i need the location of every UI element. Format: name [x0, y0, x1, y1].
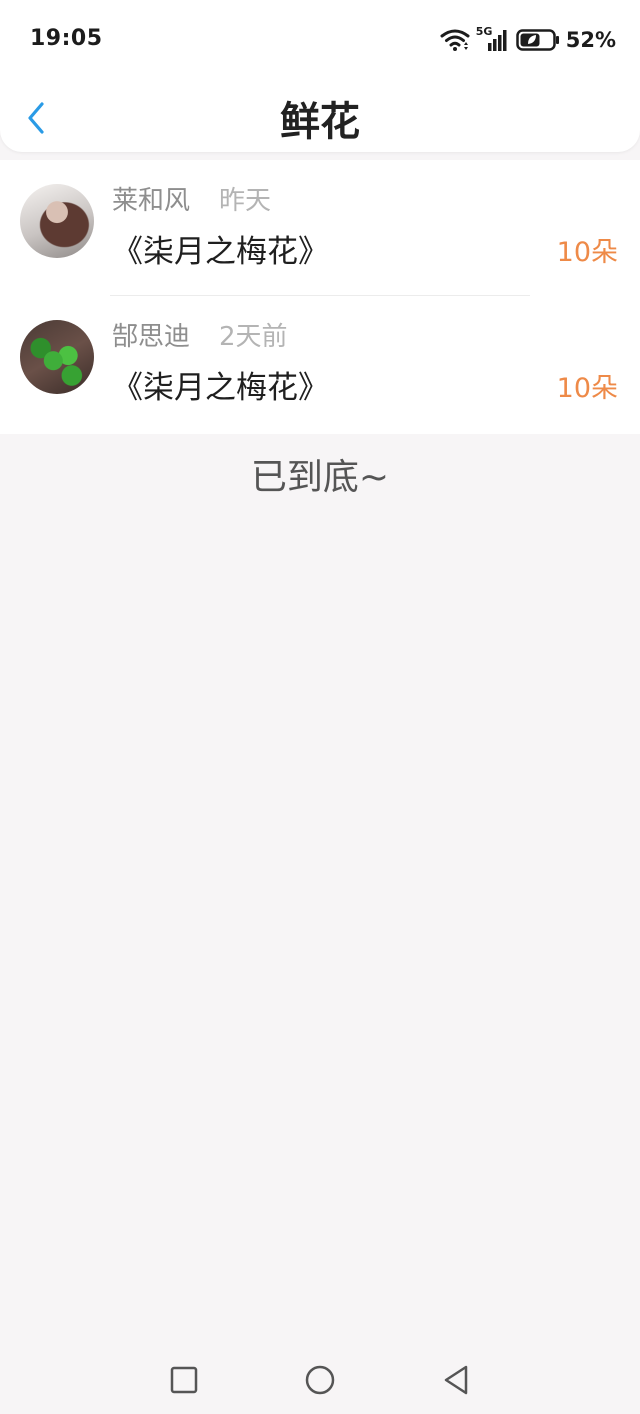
- back-nav-button[interactable]: [438, 1362, 474, 1398]
- battery-icon: [515, 29, 559, 51]
- battery-percent: 52%: [565, 28, 616, 52]
- gift-name: 《柒月之梅花》: [112, 370, 329, 406]
- end-of-list-text: 已到底~: [250, 457, 390, 498]
- triangle-back-icon: [444, 1365, 468, 1395]
- signal-icon: 5G: [476, 25, 510, 53]
- wifi-icon: [440, 29, 470, 51]
- system-nav-bar: [0, 1344, 640, 1414]
- user-name[interactable]: 郜思迪: [112, 316, 190, 353]
- list-item[interactable]: 莱和风 昨天 《柒月之梅花》 10朵: [0, 160, 640, 296]
- square-icon: [170, 1366, 198, 1394]
- gift-name: 《柒月之梅花》: [112, 234, 329, 270]
- gift-count: 10朵: [556, 373, 618, 404]
- header: 19:05 5G 52% 鲜花: [0, 0, 640, 152]
- status-time: 19:05: [30, 26, 103, 51]
- record-time: 昨天: [219, 186, 272, 216]
- circle-icon: [305, 1365, 335, 1395]
- home-button[interactable]: [302, 1362, 338, 1398]
- gift-count: 10朵: [556, 237, 618, 268]
- avatar[interactable]: [20, 184, 94, 258]
- page-title: 鲜花: [280, 99, 360, 145]
- status-indicators: 5G 52%: [434, 24, 616, 56]
- gift-record-list: 莱和风 昨天 《柒月之梅花》 10朵 郜思迪 2天前 《柒月之梅花》 10朵: [0, 160, 640, 434]
- user-name[interactable]: 莱和风: [112, 180, 190, 217]
- avatar[interactable]: [20, 320, 94, 394]
- list-item[interactable]: 郜思迪 2天前 《柒月之梅花》 10朵: [0, 296, 640, 434]
- record-time: 2天前: [219, 322, 288, 352]
- recent-apps-button[interactable]: [166, 1362, 202, 1398]
